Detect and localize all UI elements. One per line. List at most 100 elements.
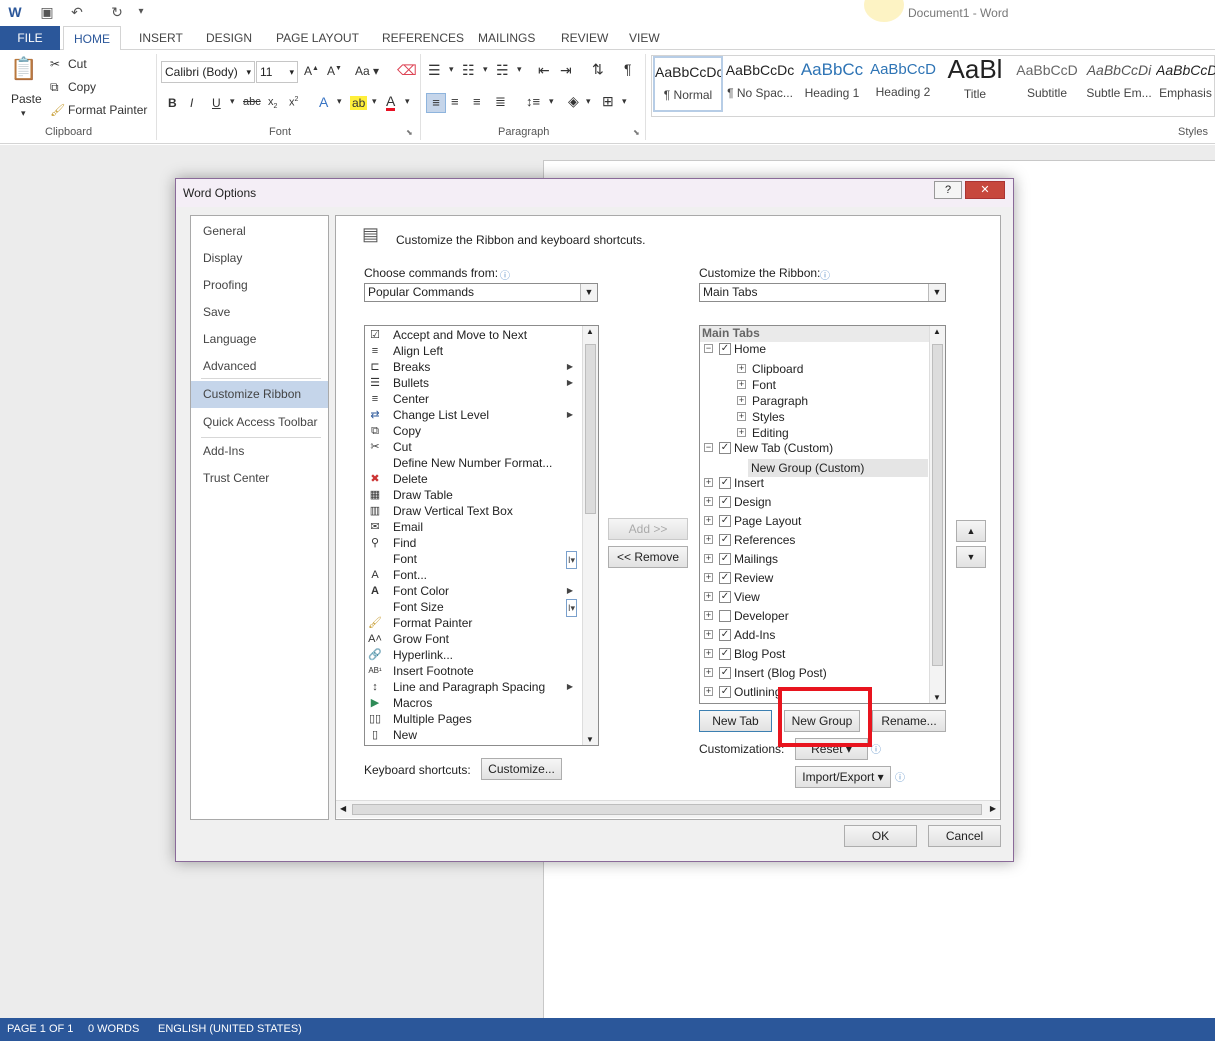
add-button[interactable]: Add >> xyxy=(608,518,688,540)
list-item[interactable]: ↕ Line and Paragraph Spacing ▶ xyxy=(365,679,597,695)
align-center-icon[interactable]: ≡ xyxy=(451,94,459,109)
checkbox-checked-icon[interactable]: ✓ xyxy=(719,553,731,565)
scroll-down-icon[interactable]: ▼ xyxy=(586,735,594,744)
list-item[interactable]: Define New Number Format... xyxy=(365,455,597,471)
list-item[interactable]: ▦ Draw Table xyxy=(365,487,597,503)
text-effects-icon[interactable]: A xyxy=(319,94,328,110)
numbering-icon[interactable]: ☷ xyxy=(462,62,475,79)
language-status[interactable]: ENGLISH (UNITED STATES) xyxy=(158,1023,302,1035)
checkbox-checked-icon[interactable]: ✓ xyxy=(719,534,731,546)
expand-icon[interactable]: + xyxy=(737,380,746,389)
tab-design[interactable]: DESIGN xyxy=(196,26,262,50)
customize-qat-icon[interactable]: ▾ xyxy=(132,3,150,21)
multilevel-dropdown-icon[interactable]: ▾ xyxy=(517,64,522,75)
cancel-button[interactable]: Cancel xyxy=(928,825,1001,847)
list-item[interactable]: A Font... xyxy=(365,567,597,583)
highlight-color-icon[interactable]: ab xyxy=(350,96,368,110)
info-icon[interactable]: ⓘ xyxy=(500,267,510,282)
tab-mailings[interactable]: MAILINGS xyxy=(468,26,545,50)
style-emphasis[interactable]: AaBbCcDi Emphasis xyxy=(1156,56,1215,112)
import-export-button[interactable]: Import/Export ▾ xyxy=(795,766,891,788)
expand-icon[interactable]: + xyxy=(704,497,713,506)
nav-advanced[interactable]: Advanced xyxy=(191,353,328,380)
save-icon[interactable]: ▣ xyxy=(38,3,56,21)
tree-item-tab[interactable]: + ✓ View xyxy=(700,588,929,606)
expand-icon[interactable]: + xyxy=(704,573,713,582)
align-left-icon[interactable]: ≡ xyxy=(426,93,446,113)
font-size-combo[interactable]: 11 ▾ xyxy=(256,61,298,83)
choose-commands-dropdown[interactable]: Popular Commands ▼ xyxy=(364,283,598,302)
panel-h-scrollbar[interactable]: ◀ ▶ xyxy=(336,800,1000,818)
tree-item-tab[interactable]: + ✓ References xyxy=(700,531,929,549)
change-case-icon[interactable]: Aa ▾ xyxy=(355,64,379,78)
expand-icon[interactable]: + xyxy=(704,516,713,525)
style-heading-2[interactable]: AaBbCcD Heading 2 xyxy=(868,56,938,112)
tree-scrollbar[interactable]: ▲ ▼ xyxy=(929,326,945,703)
commands-list[interactable]: ☑ Accept and Move to Next ≡ Align Left ⊏ Br… xyxy=(364,325,599,746)
checkbox-checked-icon[interactable]: ✓ xyxy=(719,477,731,489)
decrease-indent-icon[interactable]: ⇤ xyxy=(538,62,550,79)
borders-dropdown-icon[interactable]: ▾ xyxy=(622,96,627,107)
expand-icon[interactable]: + xyxy=(737,428,746,437)
paragraph-dialog-launcher-icon[interactable]: ⬊ xyxy=(633,128,640,137)
undo-icon[interactable]: ↶ xyxy=(68,3,86,21)
checkbox-checked-icon[interactable]: ✓ xyxy=(719,572,731,584)
list-item[interactable]: ▥ Draw Vertical Text Box xyxy=(365,503,597,519)
checkbox-checked-icon[interactable]: ✓ xyxy=(719,343,731,355)
highlight-dropdown-icon[interactable]: ▾ xyxy=(372,96,377,107)
move-down-button[interactable]: ▼ xyxy=(956,546,986,568)
customize-shortcuts-button[interactable]: Customize... xyxy=(481,758,562,780)
word-count[interactable]: 0 WORDS xyxy=(88,1023,139,1035)
cut-button[interactable]: Cut xyxy=(68,57,87,71)
list-item[interactable]: Font Size I▾ xyxy=(365,599,597,617)
customize-ribbon-dropdown[interactable]: Main Tabs ▼ xyxy=(699,283,946,302)
nav-quick-access-toolbar[interactable]: Quick Access Toolbar xyxy=(191,409,328,436)
expand-icon[interactable]: + xyxy=(737,412,746,421)
ok-button[interactable]: OK xyxy=(844,825,917,847)
tab-insert[interactable]: INSERT xyxy=(129,26,193,50)
align-right-icon[interactable]: ≡ xyxy=(473,94,481,109)
list-item[interactable]: ▯ New xyxy=(365,727,597,743)
commands-scrollbar[interactable]: ▲ ▼ xyxy=(582,326,598,745)
font-dialog-launcher-icon[interactable]: ⬊ xyxy=(406,128,413,137)
tree-item-tab[interactable]: + Developer xyxy=(700,607,929,625)
checkbox-checked-icon[interactable]: ✓ xyxy=(719,648,731,660)
info-icon[interactable]: ⓘ xyxy=(895,769,905,784)
scroll-thumb[interactable] xyxy=(352,804,982,815)
underline-dropdown-icon[interactable]: ▾ xyxy=(230,96,235,107)
bullets-dropdown-icon[interactable]: ▾ xyxy=(449,64,454,75)
checkbox-checked-icon[interactable]: ✓ xyxy=(719,686,731,698)
expand-icon[interactable]: + xyxy=(704,668,713,677)
tab-home[interactable]: HOME xyxy=(63,26,121,51)
info-icon[interactable]: ⓘ xyxy=(871,741,881,756)
redo-icon[interactable]: ↻ xyxy=(108,3,126,21)
expand-icon[interactable]: + xyxy=(704,478,713,487)
list-item[interactable]: ⊏ Breaks ▶ xyxy=(365,359,597,375)
expand-icon[interactable]: + xyxy=(704,649,713,658)
style-no-spacing[interactable]: AaBbCcDc ¶ No Spac... xyxy=(725,56,795,112)
tab-review[interactable]: REVIEW xyxy=(551,26,618,50)
checkbox-checked-icon[interactable]: ✓ xyxy=(719,515,731,527)
list-item[interactable]: 🔗 Hyperlink... xyxy=(365,647,597,663)
nav-display[interactable]: Display xyxy=(191,245,328,272)
tree-item-tab[interactable]: + ✓ Page Layout xyxy=(700,512,929,530)
list-item[interactable]: ⚲ Find xyxy=(365,535,597,551)
list-item[interactable]: ▶ Macros xyxy=(365,695,597,711)
format-painter-button[interactable]: Format Painter xyxy=(68,103,147,117)
expand-icon[interactable]: + xyxy=(704,687,713,696)
move-up-button[interactable]: ▲ xyxy=(956,520,986,542)
nav-save[interactable]: Save xyxy=(191,299,328,326)
multilevel-list-icon[interactable]: ☵ xyxy=(496,62,509,79)
nav-language[interactable]: Language xyxy=(191,326,328,353)
scroll-up-icon[interactable]: ▲ xyxy=(933,327,941,336)
tree-item-new-tab[interactable]: − ✓ New Tab (Custom) xyxy=(700,439,929,457)
line-spacing-dropdown-icon[interactable]: ▾ xyxy=(549,96,554,107)
list-item[interactable]: AB¹ Insert Footnote xyxy=(365,663,597,679)
list-item[interactable]: ✖ Delete xyxy=(365,471,597,487)
style-heading-1[interactable]: AaBbCc Heading 1 xyxy=(797,56,867,112)
scroll-down-icon[interactable]: ▼ xyxy=(933,693,941,702)
show-formatting-icon[interactable]: ¶ xyxy=(624,61,632,77)
nav-customize-ribbon[interactable]: Customize Ribbon xyxy=(191,381,328,408)
list-item[interactable]: ✂ Cut xyxy=(365,439,597,455)
style-title[interactable]: AaBl Title xyxy=(940,54,1010,112)
